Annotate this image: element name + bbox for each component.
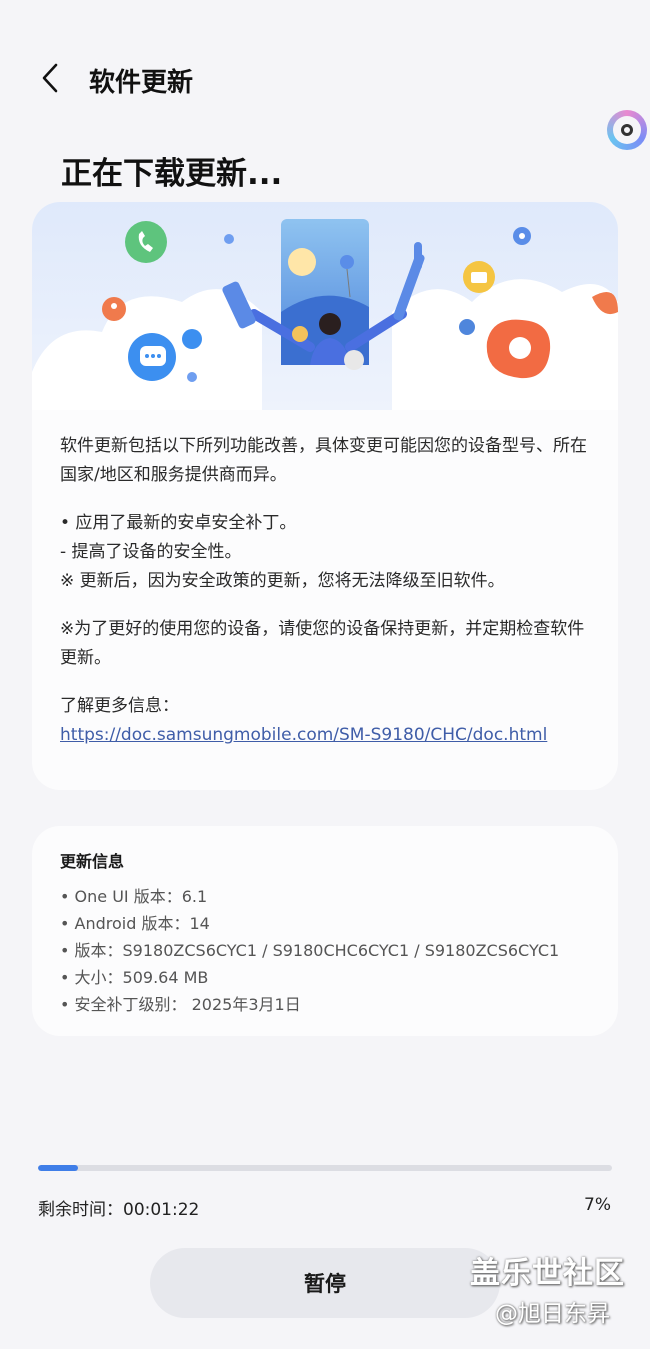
update-info-card: 更新信息 • One UI 版本：6.1 • Android 版本：14 • 版… (32, 826, 618, 1036)
watermark-community: 盖乐世社区 (470, 1256, 625, 1291)
update-info-title: 更新信息 (60, 852, 125, 871)
hero-illustration (32, 202, 618, 410)
info-item-security-patch: • 安全补丁级别： 2025年3月1日 (60, 995, 301, 1014)
description-bullet: • 应用了最新的安卓安全补丁。 (60, 513, 297, 533)
back-button[interactable] (30, 58, 70, 98)
update-description: 软件更新包括以下所列功能改善，具体变更可能因您的设备型号、所在国家/地区和服务提… (60, 432, 600, 750)
floating-assistant-icon[interactable] (607, 110, 647, 150)
description-sub-bullet: - 提高了设备的安全性。 (60, 542, 242, 562)
info-item-oneui-version: • One UI 版本：6.1 (60, 887, 208, 906)
update-info-list: • One UI 版本：6.1 • Android 版本：14 • 版本：S91… (60, 883, 618, 1018)
remaining-time: 剩余时间：00:01:22 (38, 1200, 200, 1220)
more-info-link[interactable]: https://doc.samsungmobile.com/SM-S9180/C… (60, 725, 547, 745)
header-title: 软件更新 (89, 68, 194, 98)
page-title: 正在下载更新... (61, 156, 283, 192)
progress-percent: 7% (584, 1195, 611, 1215)
download-progress-fill (38, 1165, 79, 1171)
description-note: ※ 更新后，因为安全政策的更新，您将无法降级至旧软件。 (60, 571, 505, 591)
download-progress-bar (38, 1165, 612, 1171)
app-header: 软件更新 (0, 48, 650, 108)
update-details-card: 软件更新包括以下所列功能改善，具体变更可能因您的设备型号、所在国家/地区和服务提… (32, 202, 618, 790)
pause-button[interactable]: 暂停 (150, 1248, 500, 1318)
chevron-left-icon (42, 63, 58, 93)
description-intro: 软件更新包括以下所列功能改善，具体变更可能因您的设备型号、所在国家/地区和服务提… (60, 436, 587, 485)
description-advice: ※为了更好的使用您的设备，请使您的设备保持更新，并定期检查软件更新。 (60, 619, 585, 668)
more-info-label: 了解更多信息： (60, 696, 179, 716)
info-item-size: • 大小：509.64 MB (60, 968, 209, 987)
info-item-android-version: • Android 版本：14 (60, 914, 210, 933)
watermark-author: @旭日东昇 (495, 1301, 610, 1327)
info-item-build-version: • 版本：S9180ZCS6CYC1 / S9180CHC6CYC1 / S91… (60, 941, 560, 960)
